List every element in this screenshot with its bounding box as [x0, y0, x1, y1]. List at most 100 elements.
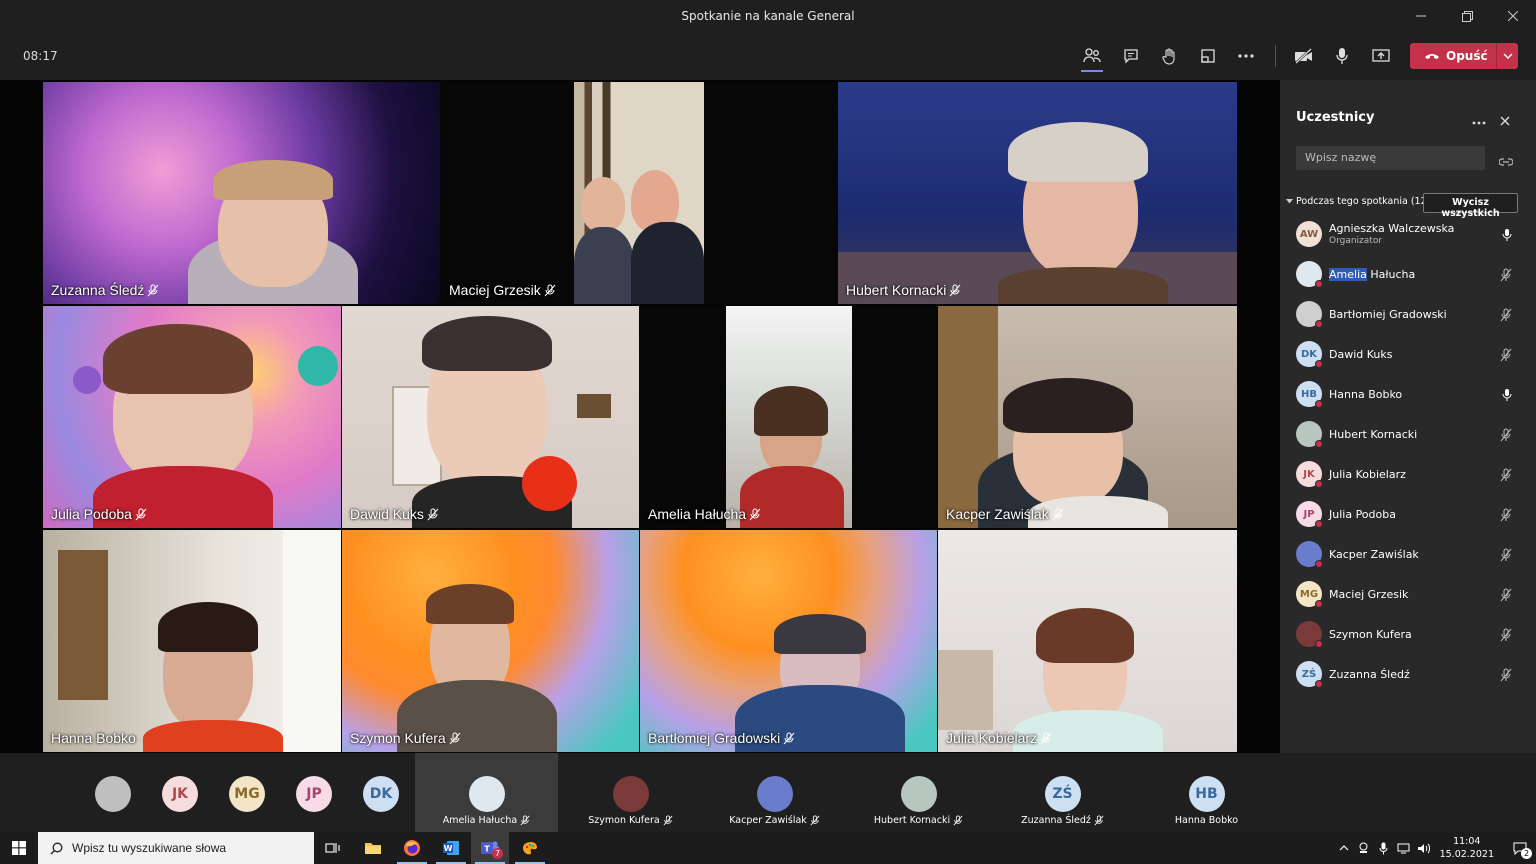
participant-row[interactable]: Szymon Kufera	[1296, 616, 1526, 652]
video-tile[interactable]: Hanna Bobko	[43, 530, 341, 752]
strip-participant[interactable]: HB Hanna Bobko	[1135, 753, 1278, 832]
strip-participant[interactable]: Szymon Kufera	[559, 753, 702, 832]
participant-name: Maciej Grzesik	[1329, 588, 1499, 601]
camera-toggle-button[interactable]	[1289, 42, 1319, 70]
strip-participant[interactable]: ZŚ Zuzanna Śledź	[991, 753, 1134, 832]
participant-mic-status	[1502, 387, 1512, 406]
strip-avatar[interactable]: MG	[229, 776, 265, 812]
participant-row[interactable]: MG Maciej Grzesik	[1296, 576, 1526, 612]
windows-icon	[12, 841, 26, 855]
video-tile[interactable]: Kacper Zawiślak	[938, 306, 1237, 528]
person-shape	[213, 160, 333, 200]
participant-row[interactable]: Bartłomiej Gradowski	[1296, 296, 1526, 332]
minimize-icon	[1416, 15, 1426, 17]
taskbar-teams[interactable]: T 7	[471, 832, 509, 864]
notification-center-button[interactable]: 2	[1504, 832, 1536, 864]
mute-all-button[interactable]: Wycisz wszystkich	[1423, 193, 1518, 219]
participant-row[interactable]: DK Dawid Kuks	[1296, 336, 1526, 372]
close-window-button[interactable]	[1490, 0, 1536, 32]
tray-mic-button[interactable]	[1374, 842, 1394, 855]
panel-close-button[interactable]	[1500, 111, 1510, 130]
tray-camera-button[interactable]	[1354, 842, 1374, 854]
mic-toggle-button[interactable]	[1327, 42, 1357, 70]
more-actions-button[interactable]	[1231, 42, 1261, 70]
strip-avatar[interactable]: DK	[363, 776, 399, 812]
leave-button[interactable]: Opuść	[1410, 43, 1518, 69]
meeting-timer: 08:17	[23, 49, 58, 63]
raise-hand-button[interactable]	[1154, 42, 1184, 70]
share-invite-button[interactable]	[1498, 152, 1514, 171]
participant-row[interactable]: JP Julia Podoba	[1296, 496, 1526, 532]
avatar-initials: MG	[1299, 588, 1319, 600]
in-meeting-section-header[interactable]: Podczas tego spotkania (12)	[1286, 196, 1430, 207]
person-shape	[422, 316, 552, 371]
chat-button[interactable]	[1116, 42, 1146, 70]
video-tile[interactable]: Bartłomiej Gradowski	[640, 530, 937, 752]
taskbar-paint-app[interactable]	[511, 832, 549, 864]
taskbar-search-input[interactable]: Wpisz tu wyszukiwane słowa	[38, 832, 314, 864]
tile-name: Dawid Kuks	[350, 506, 424, 522]
show-hidden-icons-button[interactable]	[1334, 845, 1354, 851]
video-frame	[58, 550, 108, 700]
meeting-toolbar: 08:17 Opuść	[0, 32, 1536, 80]
restore-button[interactable]	[1444, 0, 1490, 32]
video-tile[interactable]: Szymon Kufera	[342, 530, 639, 752]
participants-button[interactable]	[1077, 42, 1107, 70]
participant-row[interactable]: Hubert Kornacki	[1296, 416, 1526, 452]
hand-icon	[1162, 47, 1175, 65]
participant-name: Kacper Zawiślak	[1329, 548, 1499, 561]
taskbar-search-placeholder: Wpisz tu wyszukiwane słowa	[72, 841, 227, 855]
participant-name-label: Maciej Grzesik	[449, 282, 556, 298]
person-shape	[1036, 608, 1134, 663]
strip-participant[interactable]: Amelia Hałucha	[415, 753, 558, 832]
leave-main[interactable]: Opuść	[1410, 49, 1496, 63]
participant-row[interactable]: ZŚ Zuzanna Śledź	[1296, 656, 1526, 692]
strip-name: Amelia Hałucha	[443, 815, 530, 826]
strip-avatar[interactable]: JK	[162, 776, 198, 812]
video-tile[interactable]: Amelia Hałucha	[640, 306, 937, 528]
panel-more-button[interactable]	[1472, 110, 1486, 129]
taskbar-file-explorer[interactable]	[354, 832, 392, 864]
video-tile[interactable]: Maciej Grzesik	[441, 82, 837, 304]
participant-row[interactable]: JK Julia Kobielarz	[1296, 456, 1526, 492]
more-icon	[1238, 54, 1254, 58]
share-tray-button[interactable]	[1193, 42, 1223, 70]
strip-name: Hanna Bobko	[1175, 815, 1238, 826]
participant-mic-status	[1500, 267, 1512, 286]
avatar: HB	[1188, 776, 1225, 812]
participant-row[interactable]: HB Hanna Bobko	[1296, 376, 1526, 412]
share-content-button[interactable]	[1366, 42, 1396, 70]
status-dot	[1315, 360, 1323, 368]
video-frame	[577, 394, 611, 418]
task-view-button[interactable]	[314, 832, 352, 864]
person-shape	[1003, 378, 1133, 433]
person-shape	[158, 602, 258, 652]
taskbar-firefox[interactable]	[393, 832, 431, 864]
video-tile[interactable]: Julia Kobielarz	[938, 530, 1237, 752]
strip-avatar[interactable]	[95, 776, 131, 812]
strip-participant[interactable]: Kacper Zawiślak	[703, 753, 846, 832]
video-tile[interactable]: Julia Podoba	[43, 306, 341, 528]
taskbar-clock[interactable]: 11:04 15.02.2021	[1440, 835, 1494, 861]
video-tile[interactable]: Hubert Kornacki	[838, 82, 1237, 304]
participant-row[interactable]: Kacper Zawiślak	[1296, 536, 1526, 572]
minimize-button[interactable]	[1398, 0, 1444, 32]
mic-off-icon	[810, 815, 820, 826]
participant-search-input[interactable]: Wpisz nazwę	[1296, 146, 1485, 170]
participant-row[interactable]: AW Agnieszka Walczewska Organizator	[1296, 216, 1526, 252]
tray-volume-button[interactable]	[1414, 843, 1434, 854]
taskbar-word[interactable]: W	[432, 832, 470, 864]
participant-mic-status	[1500, 667, 1512, 686]
share-screen-icon	[1372, 49, 1390, 62]
video-tile[interactable]: Zuzanna Śledź	[43, 82, 440, 304]
strip-participant[interactable]: Hubert Kornacki	[847, 753, 990, 832]
close-icon	[1508, 11, 1518, 21]
start-button[interactable]	[0, 832, 38, 864]
participant-row[interactable]: Amelia Hałucha	[1296, 256, 1526, 292]
video-tile[interactable]: Dawid Kuks	[342, 306, 639, 528]
participant-name: Julia Podoba	[1329, 508, 1499, 521]
strip-avatar[interactable]: JP	[296, 776, 332, 812]
leave-options-button[interactable]	[1497, 53, 1518, 59]
leave-label: Opuść	[1446, 49, 1488, 63]
tray-network-button[interactable]	[1394, 843, 1414, 854]
